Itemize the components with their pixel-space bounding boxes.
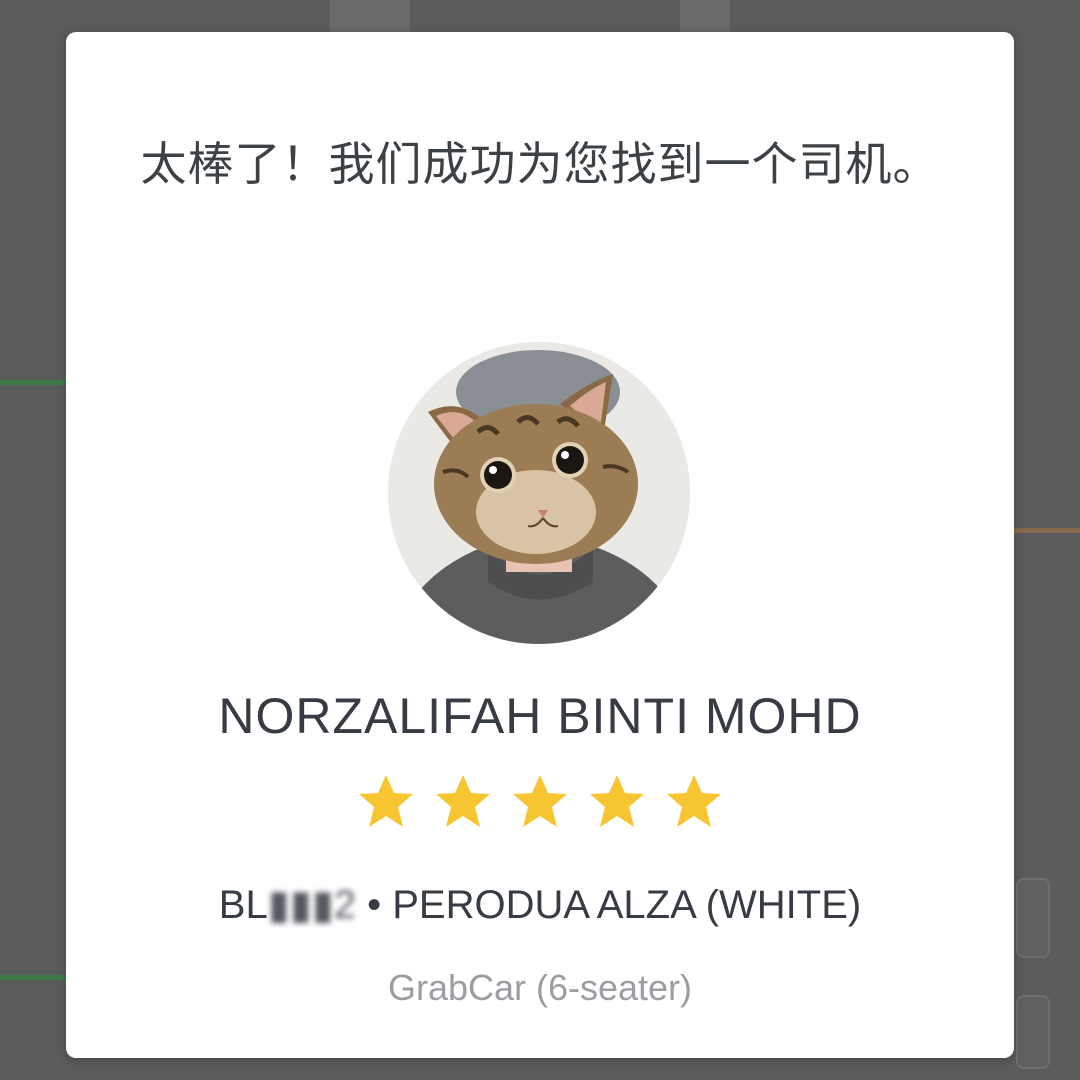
map-route-line [0,380,66,385]
map-road [680,0,730,32]
map-route-line [0,975,66,980]
star-icon [359,775,413,827]
driver-found-dialog: 太棒了！我们成功为您找到一个司机。 NORZALIFAH BINTI MOHD … [66,32,1014,1058]
map-road [330,0,410,32]
driver-name: NORZALIFAH BINTI MOHD [218,688,862,744]
license-plate-obscured: ▮▮▮2 [267,883,356,927]
driver-avatar [388,342,690,644]
map-control-button[interactable] [1016,878,1050,958]
dialog-title: 太棒了！我们成功为您找到一个司机。 [140,137,940,191]
locate-me-button[interactable] [1016,995,1050,1069]
vehicle-info: BL▮▮▮2 • PERODUA ALZA (WHITE) [66,882,1014,928]
star-icon [513,775,567,827]
map-route-line [1014,528,1080,533]
service-type: GrabCar (6-seater) [387,967,693,1008]
star-icon [590,775,644,827]
license-plate: BL [218,883,268,927]
driver-photo-icon [388,342,690,644]
vehicle-model: • PERODUA ALZA (WHITE) [367,883,862,927]
star-icon [436,775,490,827]
star-icon [667,775,721,827]
driver-rating [356,772,724,832]
